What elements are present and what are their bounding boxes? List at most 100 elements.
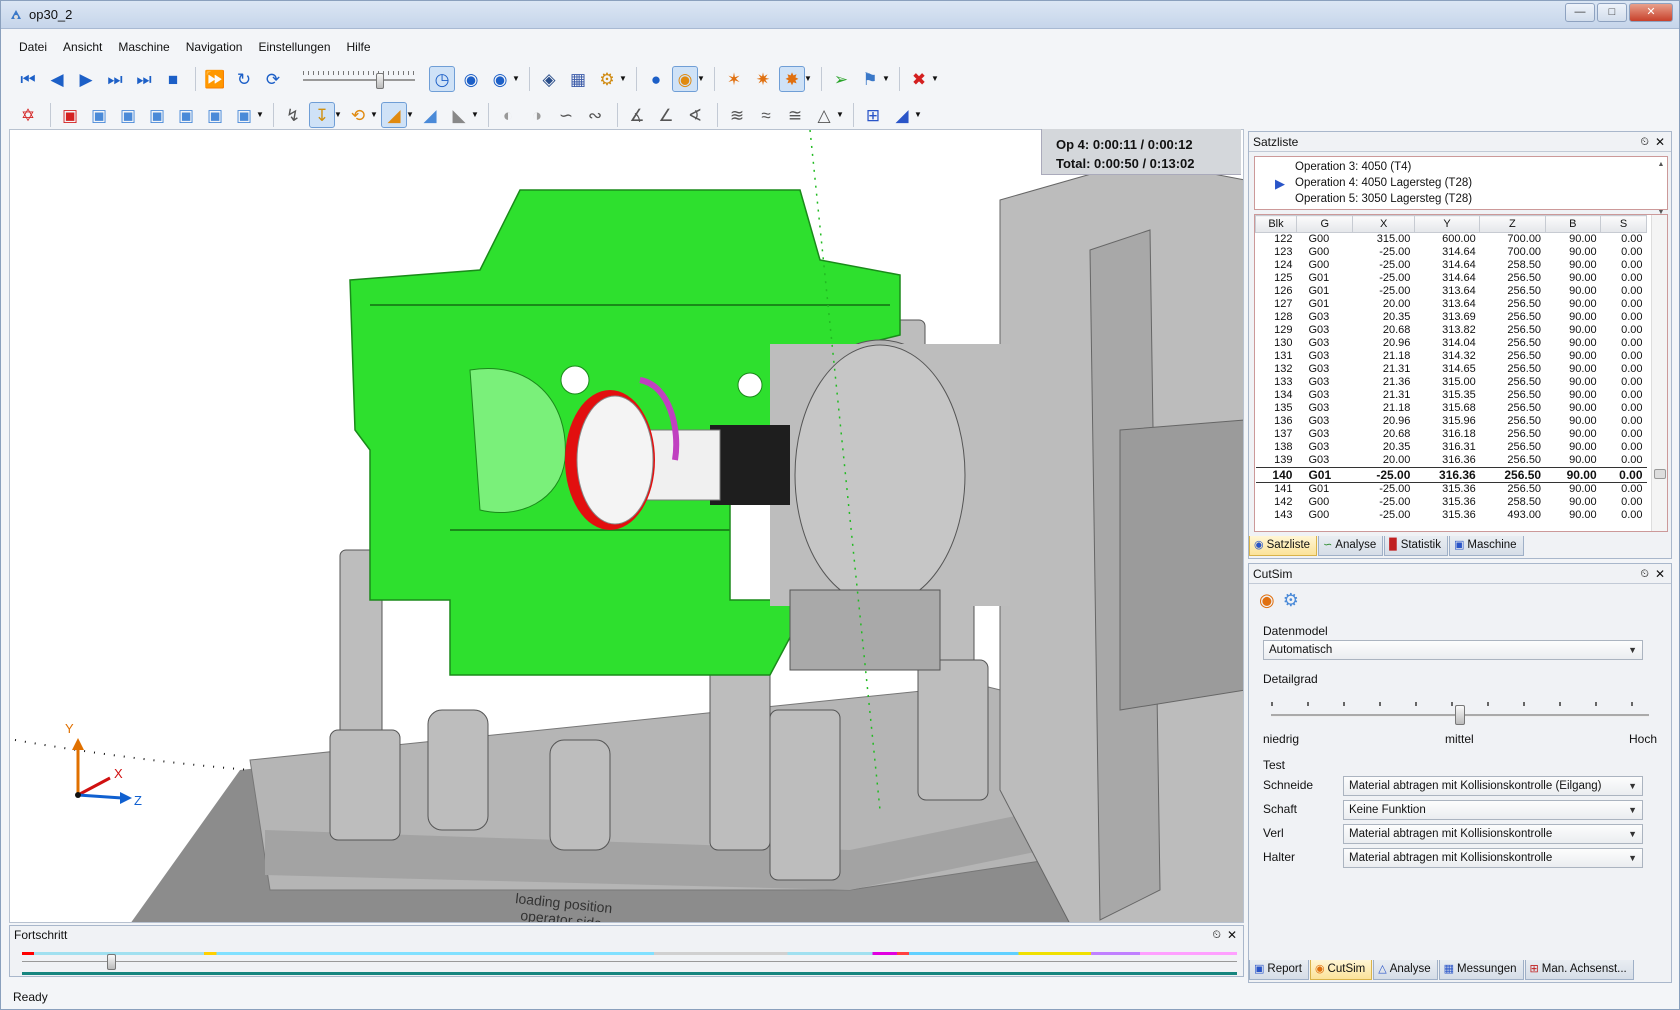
column-header-y[interactable]: Y bbox=[1413, 215, 1481, 233]
measure-icon[interactable]: ∡ bbox=[624, 102, 650, 128]
loop-icon[interactable]: ⟳ bbox=[260, 66, 286, 92]
clock-icon[interactable]: ◷ bbox=[429, 66, 455, 92]
column-header-g[interactable]: G bbox=[1295, 215, 1354, 233]
stop-icon[interactable]: ■ bbox=[160, 66, 186, 92]
tool-path-icon[interactable]: ↯ bbox=[280, 102, 306, 128]
play-icon[interactable]: ▶ bbox=[73, 66, 99, 92]
column-header-s[interactable]: S bbox=[1600, 215, 1647, 233]
nc-circle-icon[interactable]: ◉ bbox=[458, 66, 484, 92]
menu-datei[interactable]: Datei bbox=[11, 37, 55, 57]
dropdown-arrow-icon[interactable]: ▼ bbox=[256, 102, 264, 128]
operation-item[interactable]: Operation 3: 4050 (T4) bbox=[1295, 159, 1667, 175]
pin-icon[interactable]: ➢ bbox=[828, 66, 854, 92]
progress-track[interactable] bbox=[22, 961, 1237, 962]
operation-item-current[interactable]: ▶ Operation 4: 4050 Lagersteg (T28) bbox=[1275, 175, 1667, 191]
datenmodel-select[interactable]: Automatisch ▼ bbox=[1263, 640, 1643, 660]
table-row[interactable]: 122 G00 315.00 600.00 700.00 90.00 0.00 bbox=[1256, 233, 1647, 247]
menu-navigation[interactable]: Navigation bbox=[178, 37, 251, 57]
measure-curve-icon[interactable]: ≈ bbox=[753, 102, 779, 128]
fast-forward-end-icon[interactable]: ⏭ bbox=[131, 66, 157, 92]
view-cube-left-icon[interactable]: ▣ bbox=[144, 102, 170, 128]
table-row[interactable]: 142 G00 -25.00 315.36 258.50 90.00 0.00 bbox=[1256, 496, 1647, 509]
fit-view-icon[interactable]: ✡ bbox=[15, 102, 41, 128]
shade-icon[interactable]: ◐ bbox=[495, 102, 521, 128]
globe-icon[interactable]: ● bbox=[643, 66, 669, 92]
camera-view-icon[interactable]: ◉ bbox=[672, 66, 698, 92]
close-icon[interactable]: ✕ bbox=[1655, 132, 1665, 152]
grid-plus-icon[interactable]: ⊞ bbox=[860, 102, 886, 128]
pin-icon[interactable]: ⏲ bbox=[1212, 926, 1221, 944]
nc-block-table[interactable]: Blk G X Y Z B S 122 G00 315.00 600.00 700.00 90.00 0… bbox=[1254, 214, 1668, 532]
step-back-icon[interactable]: ◀ bbox=[44, 66, 70, 92]
speed-slider[interactable] bbox=[297, 66, 421, 92]
stock-icon[interactable]: ◢ bbox=[381, 102, 407, 128]
table-row[interactable]: 126 G01 -25.00 313.64 256.50 90.00 0.00 bbox=[1256, 285, 1647, 298]
schaft-select[interactable]: Keine Funktion ▼ bbox=[1343, 800, 1643, 820]
dropdown-arrow-icon[interactable]: ▼ bbox=[370, 102, 378, 128]
measure-angle-icon[interactable]: ∠ bbox=[653, 102, 679, 128]
table-row[interactable]: 129 G03 20.68 313.82 256.50 90.00 0.00 bbox=[1256, 324, 1647, 337]
repeat-icon[interactable]: ↻ bbox=[231, 66, 257, 92]
dropdown-arrow-icon[interactable]: ▼ bbox=[512, 66, 520, 92]
table-row[interactable]: 127 G01 20.00 313.64 256.50 90.00 0.00 bbox=[1256, 298, 1647, 311]
gear-group-icon[interactable]: ⚙ bbox=[594, 66, 620, 92]
flag-icon[interactable]: ⚑ bbox=[857, 66, 883, 92]
tool-icon[interactable]: ↧ bbox=[309, 102, 335, 128]
table-row[interactable]: 135 G03 21.18 315.68 256.50 90.00 0.00 bbox=[1256, 402, 1647, 415]
cutsim-stock-icon[interactable]: ◉ bbox=[1259, 590, 1275, 611]
tab-satzliste[interactable]: ◉ Satzliste bbox=[1249, 536, 1318, 556]
table-scrollbar[interactable] bbox=[1651, 215, 1667, 531]
table-row[interactable]: 134 G03 21.31 315.35 256.50 90.00 0.00 bbox=[1256, 389, 1647, 402]
keyboard-icon[interactable]: ▦ bbox=[565, 66, 591, 92]
cutsim-settings-icon[interactable]: ⚙ bbox=[1283, 590, 1299, 611]
table-row[interactable]: 137 G03 20.68 316.18 256.50 90.00 0.00 bbox=[1256, 428, 1647, 441]
close-icon[interactable]: ✕ bbox=[1655, 564, 1665, 584]
view-cube-back-icon[interactable]: ▣ bbox=[115, 102, 141, 128]
table-row[interactable]: 123 G00 -25.00 314.64 700.00 90.00 0.00 bbox=[1256, 246, 1647, 259]
menu-einstellungen[interactable]: Einstellungen bbox=[250, 37, 338, 57]
3d-viewport[interactable]: loading position operator side Y X Z bbox=[9, 129, 1244, 923]
table-row[interactable]: 140 G01 -25.00 316.36 256.50 90.00 0.00 bbox=[1255, 467, 1647, 483]
pin-icon[interactable]: ⏲ bbox=[1640, 564, 1649, 584]
tab-achsenstellung[interactable]: ⊞ Man. Achsenst... bbox=[1524, 960, 1634, 980]
dropdown-arrow-icon[interactable]: ▼ bbox=[804, 66, 812, 92]
table-row[interactable]: 130 G03 20.96 314.04 256.50 90.00 0.00 bbox=[1256, 337, 1647, 350]
tab-analyse[interactable]: ∽ Analyse bbox=[1318, 536, 1384, 556]
table-row[interactable]: 125 G01 -25.00 314.64 256.50 90.00 0.00 bbox=[1256, 272, 1647, 285]
menu-maschine[interactable]: Maschine bbox=[110, 37, 177, 57]
column-header-blk[interactable]: Blk bbox=[1255, 215, 1297, 233]
fast-play-icon[interactable]: ⏩ bbox=[202, 66, 228, 92]
measure-arc-icon[interactable]: ≅ bbox=[782, 102, 808, 128]
view-cube-iso-icon[interactable]: ▣ bbox=[57, 102, 83, 128]
path-icon[interactable]: ∽ bbox=[553, 102, 579, 128]
dropdown-arrow-icon[interactable]: ▼ bbox=[914, 102, 922, 128]
dropdown-arrow-icon[interactable]: ▼ bbox=[471, 102, 479, 128]
step-forward-icon[interactable]: ⏭ bbox=[102, 66, 128, 92]
tab-analyse-2[interactable]: △ Analyse bbox=[1373, 960, 1438, 980]
dropdown-arrow-icon[interactable]: ▼ bbox=[836, 102, 844, 128]
collision-icon[interactable]: ✶ bbox=[721, 66, 747, 92]
path-alt-icon[interactable]: ∾ bbox=[582, 102, 608, 128]
rewind-start-icon[interactable]: ⏮ bbox=[15, 66, 41, 92]
table-row[interactable]: 139 G03 20.00 316.36 256.50 90.00 0.00 bbox=[1256, 454, 1647, 468]
collision-group-icon[interactable]: ✷ bbox=[750, 66, 776, 92]
table-row[interactable]: 141 G01 -25.00 315.36 256.50 90.00 0.00 bbox=[1256, 483, 1647, 497]
table-row[interactable]: 136 G03 20.96 315.96 256.50 90.00 0.00 bbox=[1256, 415, 1647, 428]
detailgrad-slider[interactable] bbox=[1271, 700, 1649, 730]
tab-statistik[interactable]: ▉ Statistik bbox=[1384, 536, 1448, 556]
column-header-z[interactable]: Z bbox=[1479, 215, 1546, 233]
table-row[interactable]: 133 G03 21.36 315.00 256.50 90.00 0.00 bbox=[1256, 376, 1647, 389]
dropdown-arrow-icon[interactable]: ▼ bbox=[697, 66, 705, 92]
measure-dist-icon[interactable]: ≋ bbox=[724, 102, 750, 128]
cancel-icon[interactable]: ✖ bbox=[906, 66, 932, 92]
section-icon[interactable]: ◢ bbox=[889, 102, 915, 128]
pin-icon[interactable]: ⏲ bbox=[1640, 132, 1649, 152]
table-row[interactable]: 128 G03 20.35 313.69 256.50 90.00 0.00 bbox=[1256, 311, 1647, 324]
collision-active-icon[interactable]: ✸ bbox=[779, 66, 805, 92]
table-row[interactable]: 138 G03 20.35 316.31 256.50 90.00 0.00 bbox=[1256, 441, 1647, 454]
schneide-select[interactable]: Material abtragen mit Kollisionskontroll… bbox=[1343, 776, 1643, 796]
table-row[interactable]: 131 G03 21.18 314.32 256.50 90.00 0.00 bbox=[1256, 350, 1647, 363]
shade-outline-icon[interactable]: ◑ bbox=[524, 102, 550, 128]
dropdown-arrow-icon[interactable]: ▼ bbox=[334, 102, 342, 128]
fixture-icon[interactable]: ◣ bbox=[446, 102, 472, 128]
